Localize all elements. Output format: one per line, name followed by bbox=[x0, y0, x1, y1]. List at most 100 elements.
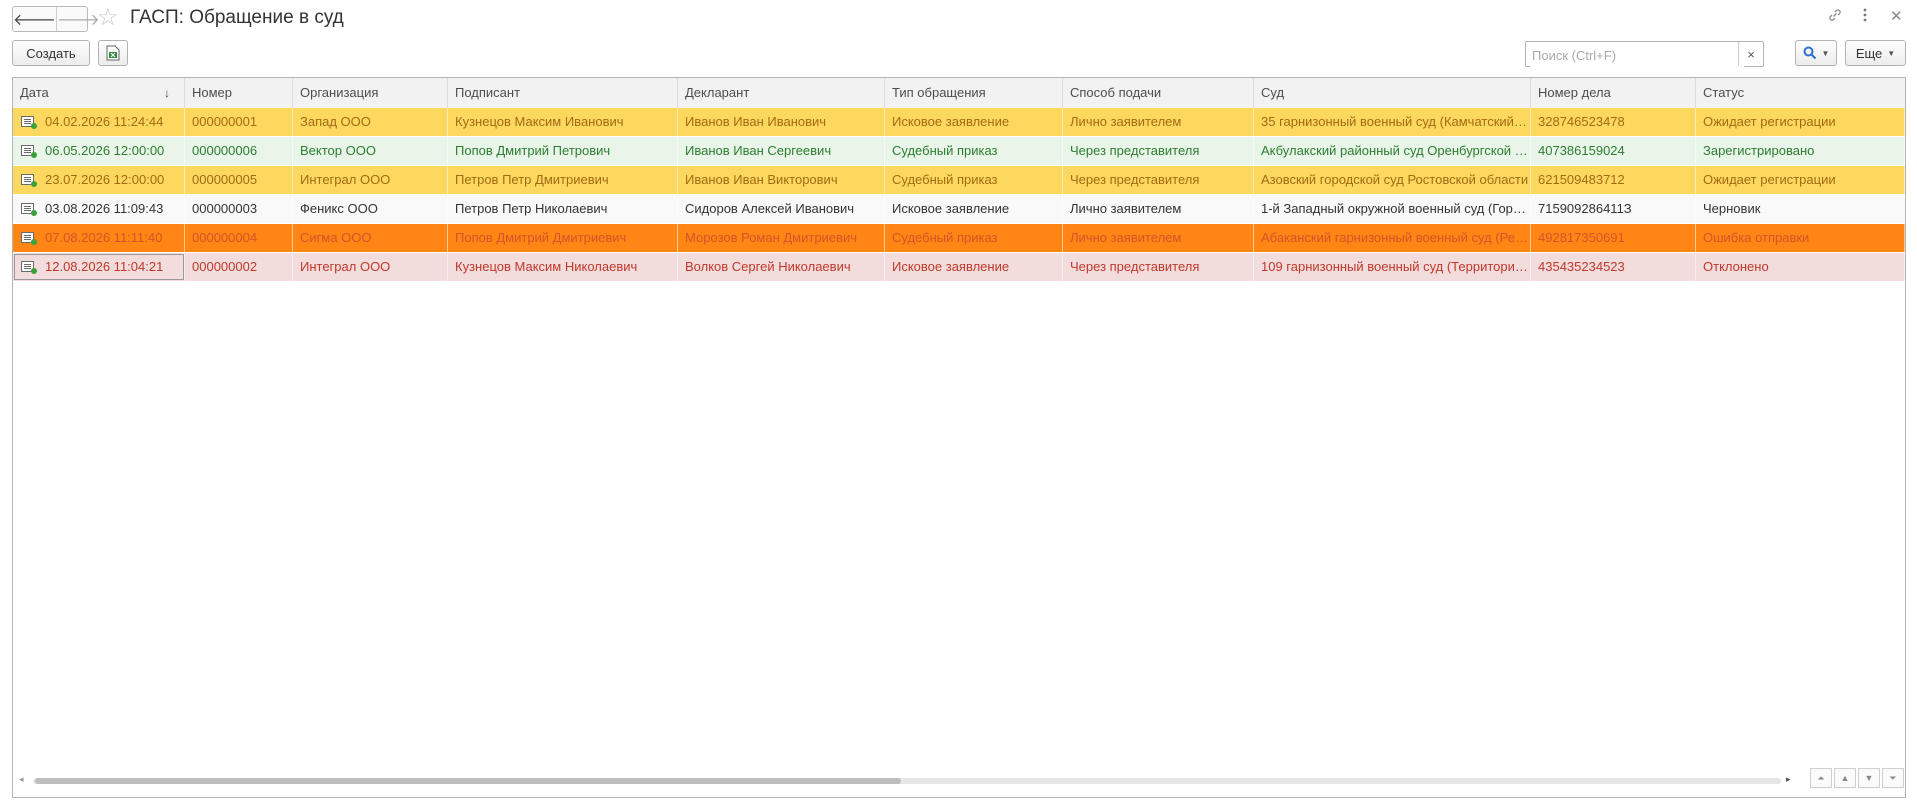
cell-organization: Сигма ООО bbox=[293, 224, 448, 252]
clear-search-button[interactable]: × bbox=[1738, 42, 1763, 66]
cell-request-type: Исковое заявление bbox=[885, 195, 1063, 223]
column-header-case-number[interactable]: Номер дела bbox=[1531, 78, 1696, 108]
magnifier-icon bbox=[1803, 46, 1816, 60]
column-header-number[interactable]: Номер bbox=[185, 78, 293, 108]
cell-request-type: Судебный приказ bbox=[885, 137, 1063, 165]
go-first-icon[interactable]: ⏶ bbox=[1810, 768, 1832, 788]
column-header-submission-method[interactable]: Способ подачи bbox=[1063, 78, 1254, 108]
cell-court: Акбулакский районный суд Оренбургской об… bbox=[1254, 137, 1531, 165]
cell-date: 12.08.2026 11:04:21 bbox=[13, 253, 185, 281]
forward-button[interactable]: 🡒 bbox=[55, 7, 100, 31]
arrow-left-icon: 🡐 bbox=[13, 11, 56, 29]
command-bar: Создать × ▼ Еще ▼ bbox=[0, 40, 1917, 68]
column-header-signer[interactable]: Подписант bbox=[448, 78, 678, 108]
cell-case-number: 328746523478 bbox=[1531, 108, 1696, 136]
dropdown-arrow-icon: ▼ bbox=[1821, 48, 1830, 58]
table-row[interactable]: 12.08.2026 11:04:21 000000002 Интеграл ООО… bbox=[13, 253, 1905, 282]
search-button[interactable]: ▼ bbox=[1795, 40, 1837, 66]
cell-court: 109 гарнизонный военный суд (Территория … bbox=[1254, 253, 1531, 281]
more-button[interactable]: Еще ▼ bbox=[1845, 40, 1906, 66]
cell-declarant: Сидоров Алексей Иванович bbox=[678, 195, 885, 223]
cell-signer: Попов Дмитрий Петрович bbox=[448, 137, 678, 165]
cell-court: Абаканский гарнизонный военный суд (Респ… bbox=[1254, 224, 1531, 252]
cell-organization: Запад ООО bbox=[293, 108, 448, 136]
cell-number: 000000006 bbox=[185, 137, 293, 165]
cell-organization: Феникс ООО bbox=[293, 195, 448, 223]
cell-request-type: Исковое заявление bbox=[885, 253, 1063, 281]
column-header-declarant[interactable]: Декларант bbox=[678, 78, 885, 108]
link-icon[interactable] bbox=[1827, 7, 1843, 29]
table-row[interactable]: 07.08.2026 11:11:40 000000004 Сигма ООО Поп… bbox=[13, 224, 1905, 253]
column-header-court[interactable]: Суд bbox=[1254, 78, 1531, 108]
cell-status: Ошибка отправки bbox=[1696, 224, 1905, 252]
cell-signer: Петров Петр Дмитриевич bbox=[448, 166, 678, 194]
cell-status: Ожидает регистрации bbox=[1696, 166, 1905, 194]
scrollbar-thumb[interactable] bbox=[35, 778, 901, 784]
table-header: Дата ↓ Номер Организация Подписант Декла… bbox=[13, 78, 1905, 109]
cell-status: Черновик bbox=[1696, 195, 1905, 223]
cell-submission-method: Через представителя bbox=[1063, 137, 1254, 165]
cell-submission-method: Через представителя bbox=[1063, 166, 1254, 194]
cell-request-type: Судебный приказ bbox=[885, 224, 1063, 252]
cell-organization: Вектор ООО bbox=[293, 137, 448, 165]
cell-request-type: Исковое заявление bbox=[885, 108, 1063, 136]
cell-number: 000000004 bbox=[185, 224, 293, 252]
cell-number: 000000001 bbox=[185, 108, 293, 136]
cell-court: 35 гарнизонный военный суд (Камчатский к… bbox=[1254, 108, 1531, 136]
horizontal-scrollbar[interactable]: ◂ ▸ ⏶ ▲ ▼ ⏷ bbox=[13, 768, 1905, 788]
back-button[interactable]: 🡐 bbox=[13, 7, 56, 31]
cell-case-number: 715909286411З bbox=[1531, 195, 1696, 223]
go-up-icon[interactable]: ▲ bbox=[1834, 768, 1856, 788]
column-header-status[interactable]: Статус bbox=[1696, 78, 1905, 108]
create-button[interactable]: Создать bbox=[12, 40, 90, 66]
cell-number: 000000003 bbox=[185, 195, 293, 223]
cell-declarant: Иванов Иван Иванович bbox=[678, 108, 885, 136]
go-down-icon[interactable]: ▼ bbox=[1858, 768, 1880, 788]
document-icon bbox=[21, 116, 37, 129]
excel-export-button[interactable] bbox=[98, 40, 128, 66]
cell-number: 000000002 bbox=[185, 253, 293, 281]
title-bar: 🡐 🡒 ☆ ГАСП: Обращение в суд ✕ bbox=[0, 0, 1917, 36]
document-icon bbox=[21, 203, 37, 216]
vertical-dots-icon[interactable] bbox=[1862, 7, 1868, 29]
cell-status: Зарегистрировано bbox=[1696, 137, 1905, 165]
search-input[interactable] bbox=[1530, 43, 1744, 67]
cell-organization: Интеграл ООО bbox=[293, 253, 448, 281]
cell-submission-method: Лично заявителем bbox=[1063, 195, 1254, 223]
cell-submission-method: Лично заявителем bbox=[1063, 224, 1254, 252]
table-row[interactable]: 23.07.2026 12:00:00 000000005 Интеграл ООО… bbox=[13, 166, 1905, 195]
column-header-date[interactable]: Дата ↓ bbox=[13, 78, 185, 108]
arrow-right-icon: 🡒 bbox=[56, 11, 100, 29]
cell-court: Азовский городской суд Ростовской област… bbox=[1254, 166, 1531, 194]
sort-descending-icon: ↓ bbox=[164, 86, 170, 100]
cell-declarant: Иванов Иван Сергеевич bbox=[678, 137, 885, 165]
cell-case-number: 407386159024 bbox=[1531, 137, 1696, 165]
cell-signer: Петров Петр Николаевич bbox=[448, 195, 678, 223]
column-header-request-type[interactable]: Тип обращения bbox=[885, 78, 1063, 108]
cell-case-number: 492817350691 bbox=[1531, 224, 1696, 252]
cell-organization: Интеграл ООО bbox=[293, 166, 448, 194]
table-row[interactable]: 04.02.2026 11:24:44 000000001 Запад ООО Куз… bbox=[13, 108, 1905, 137]
scroll-left-icon[interactable]: ◂ bbox=[19, 774, 24, 785]
cell-submission-method: Через представителя bbox=[1063, 253, 1254, 281]
star-icon[interactable]: ☆ bbox=[97, 4, 119, 32]
dropdown-arrow-icon: ▼ bbox=[1887, 48, 1896, 58]
cell-court: 1-й Западный окружной военный суд (Город… bbox=[1254, 195, 1531, 223]
cell-status: Отклонено bbox=[1696, 253, 1905, 281]
column-header-organization[interactable]: Организация bbox=[293, 78, 448, 108]
scroll-right-icon[interactable]: ▸ bbox=[1786, 774, 1791, 785]
cell-date: 03.08.2026 11:09:43 bbox=[13, 195, 185, 223]
cell-date: 04.02.2026 11:24:44 bbox=[13, 108, 185, 136]
cell-status: Ожидает регистрации bbox=[1696, 108, 1905, 136]
cell-date: 07.08.2026 11:11:40 bbox=[13, 224, 185, 252]
cell-declarant: Иванов Иван Викторович bbox=[678, 166, 885, 194]
cell-date: 23.07.2026 12:00:00 bbox=[13, 166, 185, 194]
go-last-icon[interactable]: ⏷ bbox=[1882, 768, 1904, 788]
cell-signer: Кузнецов Максим Иванович bbox=[448, 108, 678, 136]
table-row[interactable]: 06.05.2026 12:00:00 000000006 Вектор ООО По… bbox=[13, 137, 1905, 166]
search-field[interactable]: × bbox=[1525, 41, 1764, 67]
close-icon[interactable]: ✕ bbox=[1890, 7, 1903, 27]
cell-declarant: Морозов Роман Дмитриевич bbox=[678, 224, 885, 252]
documents-table[interactable]: Дата ↓ Номер Организация Подписант Декла… bbox=[12, 77, 1906, 798]
table-row[interactable]: 03.08.2026 11:09:43 000000003 Феникс ООО Пе… bbox=[13, 195, 1905, 224]
